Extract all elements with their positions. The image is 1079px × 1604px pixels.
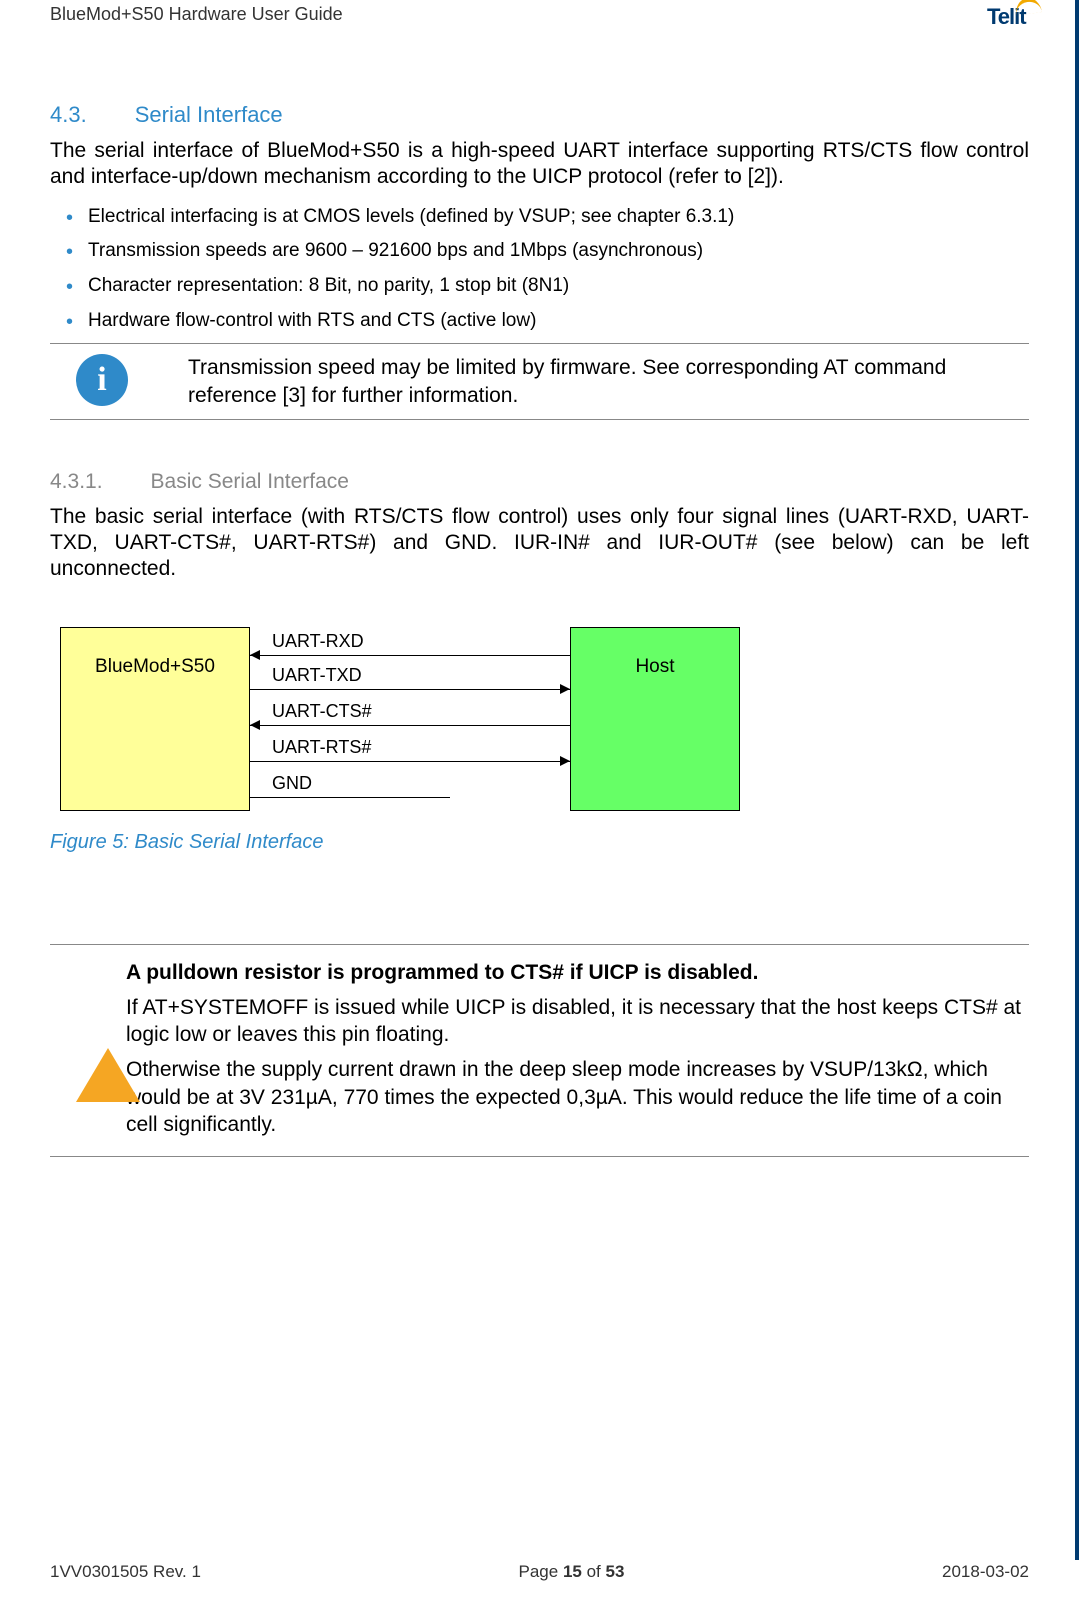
warning-text: A pulldown resistor is programmed to CTS… (126, 959, 1023, 1139)
signal-line (250, 689, 570, 691)
bullet-item: Electrical interfacing is at CMOS levels… (88, 205, 1029, 230)
signal-line (250, 761, 570, 763)
figure-caption: Figure 5: Basic Serial Interface (50, 831, 1029, 854)
logo-swoosh-icon (1014, 0, 1042, 16)
telit-logo: Telit (987, 4, 1047, 32)
section-heading: 4.3. Serial Interface (50, 102, 1029, 128)
section-title: Serial Interface (135, 102, 283, 128)
subsection-title: Basic Serial Interface (151, 470, 349, 494)
subsection-number: 4.3.1. (50, 470, 103, 494)
diagram-module-box: BlueMod+S50 (60, 627, 250, 811)
doc-title: BlueMod+S50 Hardware User Guide (50, 4, 343, 25)
arrow-right-icon (560, 684, 570, 694)
footer-page-number: Page 15 of 53 (519, 1562, 625, 1582)
signal-label: UART-TXD (272, 665, 362, 686)
signal-label: GND (272, 773, 312, 794)
diagram-host-box: Host (570, 627, 740, 811)
serial-interface-diagram: BlueMod+S50 Host UART-RXD UART-TXD UART-… (50, 613, 750, 823)
bullet-item: Hardware flow-control with RTS and CTS (… (88, 309, 1029, 334)
signal-line (250, 725, 570, 727)
diagram-host-label: Host (635, 656, 674, 677)
bullet-list: Electrical interfacing is at CMOS levels… (50, 205, 1029, 334)
arrow-right-icon (560, 756, 570, 766)
subsection-heading: 4.3.1. Basic Serial Interface (50, 470, 1029, 494)
page-footer: 1VV0301505 Rev. 1 Page 15 of 53 2018-03-… (50, 1562, 1029, 1582)
warning-paragraph: If AT+SYSTEMOFF is issued while UICP is … (126, 994, 1023, 1049)
signal-line (250, 797, 450, 799)
bullet-item: Character representation: 8 Bit, no pari… (88, 274, 1029, 299)
signal-label: UART-CTS# (272, 701, 372, 722)
page: BlueMod+S50 Hardware User Guide Telit 4.… (0, 0, 1079, 1604)
page-header: BlueMod+S50 Hardware User Guide Telit (50, 0, 1029, 32)
signal-label: UART-RTS# (272, 737, 371, 758)
warning-heading: A pulldown resistor is programmed to CTS… (126, 959, 1023, 986)
info-note-text: Transmission speed may be limited by fir… (188, 354, 1023, 409)
info-icon: i (76, 354, 128, 406)
warning-note: ! A pulldown resistor is programmed to C… (50, 944, 1029, 1158)
signal-line (250, 655, 570, 657)
signal-label: UART-RXD (272, 631, 364, 652)
intro-paragraph: The serial interface of BlueMod+S50 is a… (50, 138, 1029, 191)
arrow-left-icon (250, 720, 260, 730)
arrow-left-icon (250, 650, 260, 660)
subsection-paragraph: The basic serial interface (with RTS/CTS… (50, 504, 1029, 583)
warning-paragraph: Otherwise the supply current drawn in th… (126, 1056, 1023, 1138)
info-note: i Transmission speed may be limited by f… (50, 343, 1029, 420)
footer-doc-id: 1VV0301505 Rev. 1 (50, 1562, 201, 1582)
diagram-module-label: BlueMod+S50 (95, 656, 215, 677)
section-number: 4.3. (50, 102, 87, 128)
page-right-border (1075, 0, 1079, 1560)
footer-date: 2018-03-02 (942, 1562, 1029, 1582)
bullet-item: Transmission speeds are 9600 – 921600 bp… (88, 239, 1029, 264)
